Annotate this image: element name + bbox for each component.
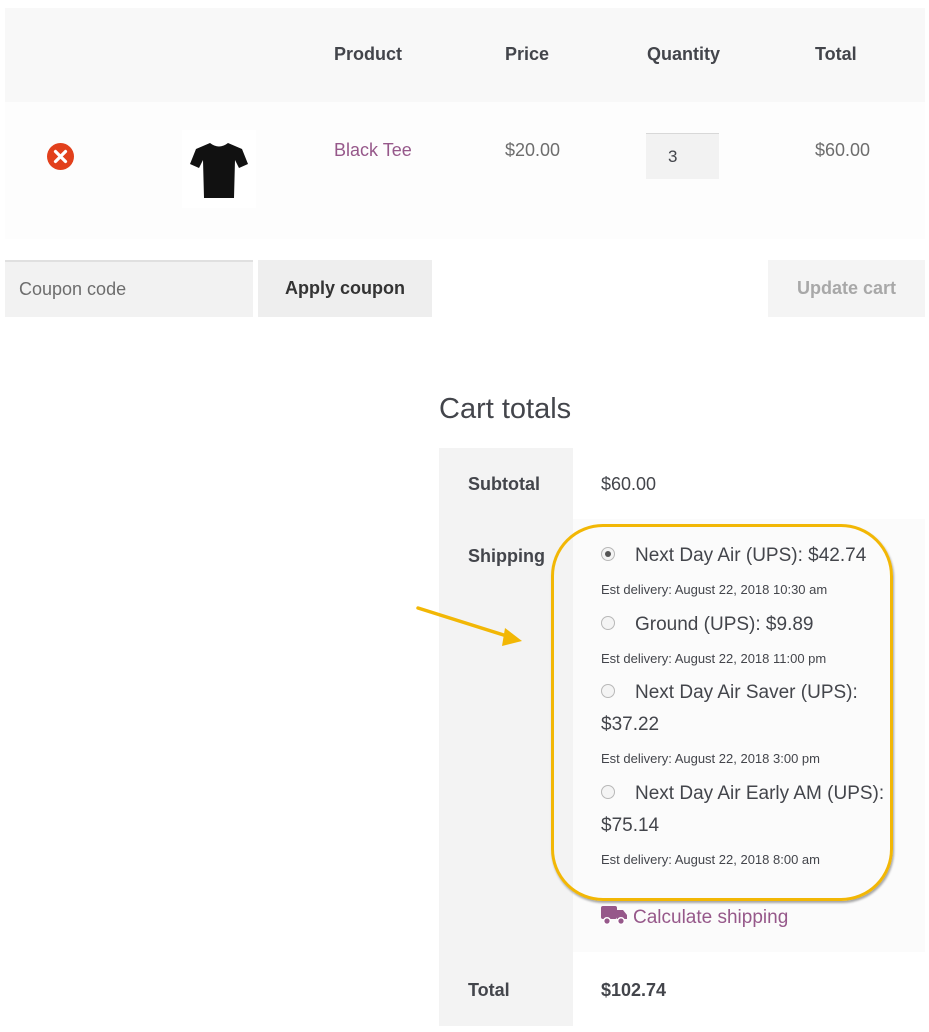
coupon-code-input[interactable]: [5, 260, 253, 317]
cart-table-header: [5, 8, 925, 102]
truck-icon: [601, 906, 627, 925]
column-header-price: Price: [505, 44, 550, 64]
update-cart-button[interactable]: Update cart: [768, 260, 925, 317]
product-name-link[interactable]: Black Tee: [334, 140, 412, 161]
shipping-radio-next-day-air-early-am[interactable]: [601, 785, 615, 799]
subtotal-label: Subtotal: [468, 474, 540, 494]
shipping-radio-ground[interactable]: [601, 616, 615, 630]
shipping-option-label-line1[interactable]: Next Day Air Saver (UPS):: [635, 677, 858, 709]
shipping-option-delivery: Est delivery: August 22, 2018 3:00 pm: [601, 751, 820, 766]
shipping-option-label-line2[interactable]: $75.14: [601, 810, 659, 842]
column-header-quantity: Quantity: [647, 44, 721, 64]
column-header-product: Product: [334, 44, 403, 64]
shipping-option-label-line1[interactable]: Next Day Air Early AM (UPS):: [635, 778, 884, 810]
arrow-icon: [416, 606, 522, 646]
shipping-option-label-line2[interactable]: $37.22: [601, 709, 659, 741]
black-tshirt-image: [190, 143, 248, 198]
item-total: $60.00: [815, 140, 871, 160]
calculate-shipping-label[interactable]: Calculate shipping: [633, 907, 788, 928]
shipping-option-label[interactable]: Next Day Air (UPS): $42.74: [635, 540, 866, 572]
shipping-option-delivery: Est delivery: August 22, 2018 11:00 pm: [601, 651, 827, 666]
shipping-option-delivery: Est delivery: August 22, 2018 8:00 am: [601, 852, 820, 867]
calculate-shipping-link[interactable]: Calculate shipping: [601, 904, 788, 929]
shipping-radio-next-day-air-saver[interactable]: [601, 684, 615, 698]
total-value: $102.74: [601, 980, 667, 1000]
remove-item-icon[interactable]: [47, 143, 74, 170]
cart-totals-title: Cart totals: [439, 393, 572, 425]
item-price: $20.00: [505, 140, 561, 160]
apply-coupon-button[interactable]: Apply coupon: [258, 260, 432, 317]
shipping-radio-next-day-air[interactable]: [601, 547, 615, 561]
column-header-total: Total: [815, 44, 857, 64]
totals-label-column: [439, 448, 573, 1026]
total-label: Total: [468, 980, 510, 1000]
shipping-label: Shipping: [468, 546, 545, 566]
quantity-input[interactable]: [646, 133, 719, 179]
shipping-option-label[interactable]: Ground (UPS): $9.89: [635, 609, 813, 641]
product-thumbnail[interactable]: [182, 130, 256, 208]
subtotal-value: $60.00: [601, 474, 657, 494]
shipping-option-delivery: Est delivery: August 22, 2018 10:30 am: [601, 582, 828, 597]
cart-item-row: [5, 102, 925, 239]
